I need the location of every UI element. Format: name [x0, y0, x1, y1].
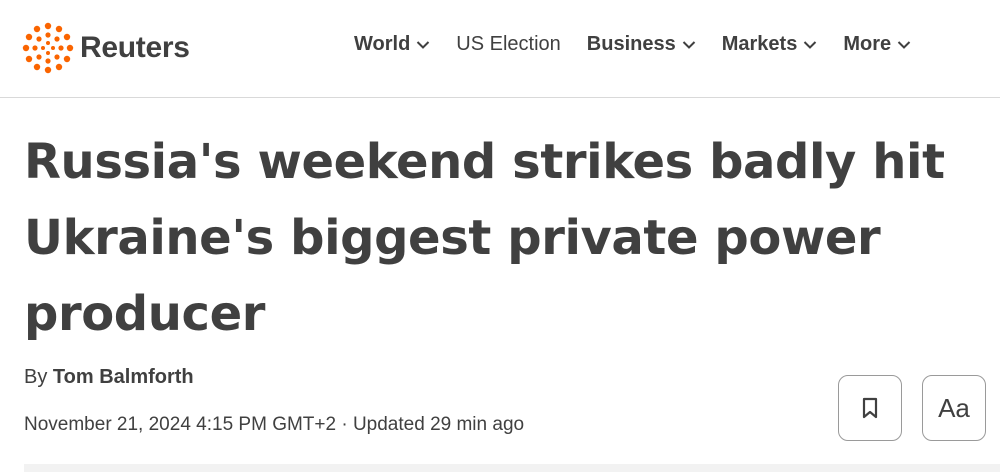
nav-more-label: More [843, 33, 892, 55]
nav-business-label: Business [586, 33, 676, 55]
article-dateline: November 21, 2024 4:15 PM GMT+2 · Update… [24, 414, 525, 435]
nav-markets-label: Markets [721, 33, 798, 55]
site-header: Reuters World US Election Business Marke… [0, 0, 1000, 98]
chevron-down-icon [897, 40, 911, 49]
main-nav: World US Election Business Markets More [354, 33, 937, 56]
bookmark-icon [862, 397, 878, 419]
reuters-logo-icon [22, 22, 74, 74]
chevron-down-icon [417, 40, 430, 49]
nav-more[interactable]: More [843, 33, 911, 56]
nav-us-election-label: US Election [456, 33, 561, 55]
nav-business[interactable]: Business [587, 33, 696, 56]
bookmark-button[interactable] [838, 375, 902, 441]
reuters-logo[interactable]: Reuters [22, 22, 190, 74]
nav-markets[interactable]: Markets [722, 33, 818, 56]
byline: By Tom Balmforth [24, 366, 194, 389]
nav-world-label: World [354, 33, 411, 55]
text-size-label: Aa [938, 392, 970, 423]
chevron-down-icon [682, 40, 695, 49]
brand-name: Reuters [80, 31, 190, 64]
byline-prefix: By [24, 366, 48, 388]
nav-us-election[interactable]: US Election [456, 33, 561, 56]
nav-world[interactable]: World [354, 33, 430, 56]
content-divider [24, 464, 1000, 472]
text-size-button[interactable]: Aa [922, 375, 986, 441]
article-headline: Russia's weekend strikes badly hit Ukrai… [24, 134, 945, 342]
author-link[interactable]: Tom Balmforth [53, 366, 194, 388]
chevron-down-icon [804, 40, 817, 49]
